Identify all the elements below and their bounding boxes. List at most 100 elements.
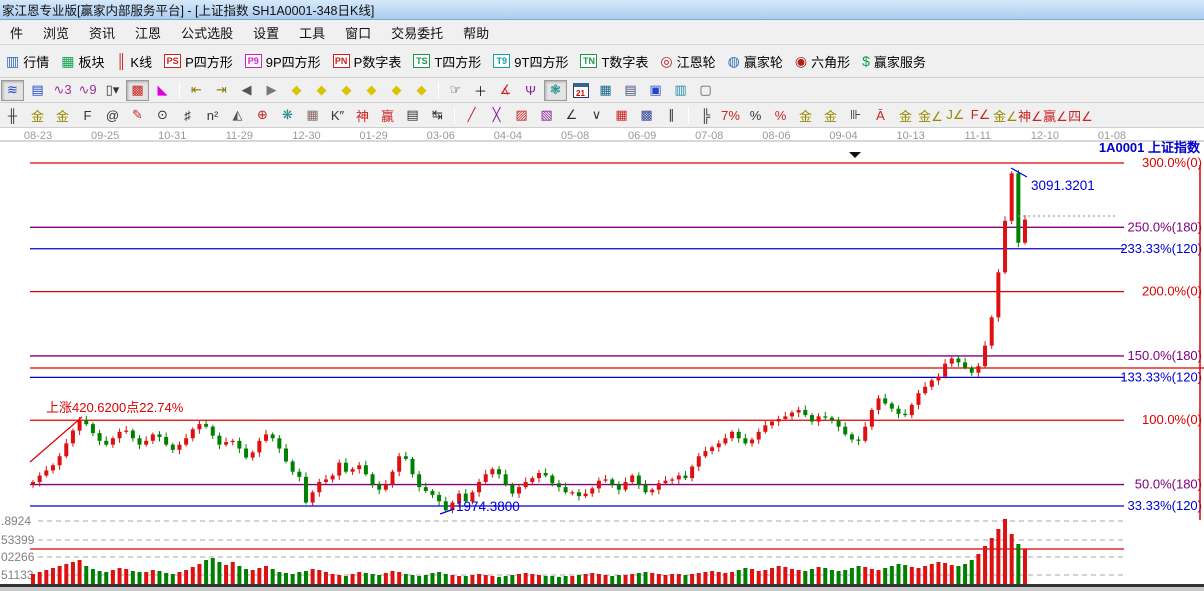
last-bar-icon[interactable]: ⇥ — [210, 80, 233, 101]
shen-angle-icon[interactable]: 神∠ — [1019, 105, 1042, 126]
9t-square-button[interactable]: T99T四方形 — [487, 50, 574, 73]
candle-body — [244, 449, 248, 458]
fan-box-icon[interactable]: ╳ — [485, 105, 508, 126]
t-table-button[interactable]: TNT数字表 — [574, 50, 654, 73]
hash-icon[interactable]: ♯ — [176, 105, 199, 126]
menu-item-6[interactable]: 工具 — [289, 20, 335, 45]
diamond-full-icon[interactable]: ◆ — [410, 80, 433, 101]
candle-body — [171, 445, 175, 450]
diamond-expand-icon[interactable]: ◆ — [385, 80, 408, 101]
diamond-lr-icon[interactable]: ◆ — [335, 80, 358, 101]
spiderweb-icon[interactable]: ❋ — [276, 105, 299, 126]
wave-a-icon[interactable]: Ā — [869, 105, 892, 126]
ying-angle-icon[interactable]: 赢∠ — [1044, 105, 1067, 126]
kline-button[interactable]: ║K线 — [111, 50, 159, 73]
gold-lines-icon[interactable]: 金 — [819, 105, 842, 126]
hand-pan-icon[interactable]: ☞ — [444, 80, 467, 101]
calculator-icon[interactable]: ▦ — [594, 80, 617, 101]
winner-wheel-button[interactable]: ◍赢家轮 — [722, 50, 789, 73]
fan-lines-icon[interactable]: ╱ — [460, 105, 483, 126]
volume-bar — [177, 572, 181, 584]
diamond-compress-icon[interactable]: ◆ — [360, 80, 383, 101]
menu-item-1[interactable]: 浏览 — [33, 20, 79, 45]
gold-grid-icon[interactable]: 金 — [26, 105, 49, 126]
diamond-left-icon[interactable]: ◆ — [285, 80, 308, 101]
ying-icon[interactable]: 赢 — [376, 105, 399, 126]
si-angle-icon[interactable]: 四∠ — [1069, 105, 1092, 126]
t-square-button[interactable]: TST四方形 — [407, 50, 487, 73]
v-shape-icon[interactable]: ∨ — [585, 105, 608, 126]
calendar-icon[interactable]: 21 — [569, 80, 592, 101]
candle-style-icon[interactable]: ▯▾ — [101, 80, 124, 101]
scale-icon[interactable]: ╠ — [694, 105, 717, 126]
angle-lines-icon[interactable]: ∠ — [560, 105, 583, 126]
fan-square-icon[interactable]: ▧ — [535, 105, 558, 126]
notepad-icon[interactable]: ▤ — [619, 80, 642, 101]
purple-bars-3-icon[interactable]: ∿3 — [51, 80, 74, 101]
percent-line-icon[interactable]: % — [769, 105, 792, 126]
computer-icon[interactable]: ▢ — [694, 80, 717, 101]
prev-bar-icon[interactable]: ◀ — [235, 80, 258, 101]
cycle-circle-icon[interactable]: ⊙ — [151, 105, 174, 126]
pen-icon[interactable]: ✎ — [126, 105, 149, 126]
gold-circle-icon[interactable]: 金 — [794, 105, 817, 126]
document-icon[interactable]: ▤ — [26, 80, 49, 101]
brain-icon[interactable]: ❃ — [544, 80, 567, 101]
volume-bar — [930, 564, 934, 584]
quote-button[interactable]: ▥行情 — [0, 50, 55, 73]
9p-square-button[interactable]: P99P四方形 — [239, 50, 327, 73]
menu-item-2[interactable]: 资讯 — [79, 20, 125, 45]
menu-item-5[interactable]: 设置 — [243, 20, 289, 45]
crosshair-icon[interactable]: ＋ — [469, 80, 492, 101]
gold-grid2-icon[interactable]: 金 — [51, 105, 74, 126]
grid-red-icon[interactable]: ▦ — [610, 105, 633, 126]
menu-item-4[interactable]: 公式选股 — [171, 20, 243, 45]
spiral-icon[interactable]: @ — [101, 105, 124, 126]
grid-123-icon[interactable]: ▤ — [401, 105, 424, 126]
protractor-icon[interactable]: ∡ — [494, 80, 517, 101]
k-angle-icon[interactable]: K″ — [326, 105, 349, 126]
next-bar-icon[interactable]: ▶ — [260, 80, 283, 101]
zigzag-draw-icon[interactable]: ≋ — [1, 80, 24, 101]
j-angle-icon[interactable]: J∠ — [944, 105, 967, 126]
magenta-histogram-icon[interactable]: ◣ — [151, 80, 174, 101]
square-web-icon[interactable]: ▦ — [301, 105, 324, 126]
gold2-icon[interactable]: 金 — [894, 105, 917, 126]
sector-button[interactable]: ▦板块 — [55, 50, 110, 73]
shen-icon[interactable]: 神 — [351, 105, 374, 126]
hexagon-button[interactable]: ◉六角形 — [789, 50, 856, 73]
gold-angle-icon[interactable]: 金∠ — [919, 105, 942, 126]
target-red-icon[interactable]: ⊕ — [251, 105, 274, 126]
gann-ruler-icon[interactable]: ╫ — [1, 105, 24, 126]
angle-a-icon[interactable]: ◭ — [226, 105, 249, 126]
image-icon[interactable]: ▥ — [669, 80, 692, 101]
purple-bars-9-icon[interactable]: ∿9 — [76, 80, 99, 101]
menu-item-8[interactable]: 交易委托 — [381, 20, 453, 45]
percent7-icon[interactable]: 7% — [719, 105, 742, 126]
ruler-pen-icon[interactable]: ⊪ — [844, 105, 867, 126]
n2-icon[interactable]: n² — [201, 105, 224, 126]
grid-blue-icon[interactable]: ▩ — [635, 105, 658, 126]
menu-item-0[interactable]: 件 — [0, 20, 33, 45]
first-bar-icon[interactable]: ⇤ — [185, 80, 208, 101]
menu-item-7[interactable]: 窗口 — [335, 20, 381, 45]
trident-icon[interactable]: Ψ — [519, 80, 542, 101]
chart-area[interactable]: 08-2309-2510-3111-2912-3001-2903-0604-04… — [0, 128, 1204, 591]
save-icon[interactable]: ▣ — [644, 80, 667, 101]
gold-angle2-icon[interactable]: 金∠ — [994, 105, 1017, 126]
menu-item-3[interactable]: 江恩 — [125, 20, 171, 45]
menu-item-9[interactable]: 帮助 — [453, 20, 499, 45]
kline-chart[interactable]: 08-2309-2510-3111-2912-3001-2903-0604-04… — [0, 128, 1204, 591]
parallel-lines-icon[interactable]: ∥ — [660, 105, 683, 126]
percent-icon[interactable]: % — [744, 105, 767, 126]
diamond-right-icon[interactable]: ◆ — [310, 80, 333, 101]
p-table-button[interactable]: PNP数字表 — [327, 50, 408, 73]
fan-box2-icon[interactable]: ▨ — [510, 105, 533, 126]
f-angle-icon[interactable]: F∠ — [969, 105, 992, 126]
red-grid-icon[interactable]: ▩ — [126, 80, 149, 101]
p-square-button[interactable]: PSP四方形 — [158, 50, 239, 73]
span-arrows-icon[interactable]: ↹ — [426, 105, 449, 126]
winner-service-button[interactable]: $赢家服务 — [856, 50, 932, 73]
gann-wheel-button[interactable]: ◎江恩轮 — [654, 50, 721, 73]
f-grid-icon[interactable]: F — [76, 105, 99, 126]
